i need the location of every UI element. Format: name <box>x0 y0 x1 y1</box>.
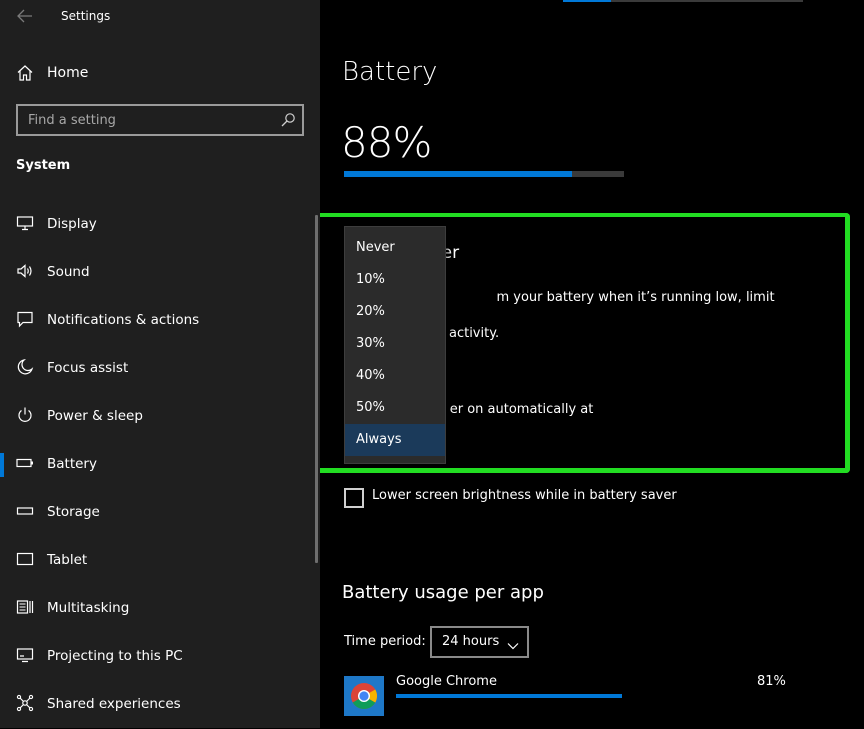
sidebar-item-label: Power & sleep <box>47 408 143 424</box>
app-usage-fill <box>396 694 622 698</box>
sidebar-item-shared-experiences[interactable]: Shared experiences <box>0 681 314 729</box>
multitasking-icon <box>16 598 34 616</box>
sidebar-item-label: Storage <box>47 504 100 520</box>
search-icon[interactable] <box>280 112 296 128</box>
moon-icon <box>16 358 34 376</box>
speaker-icon <box>16 262 34 280</box>
sidebar-item-multitasking[interactable]: Multitasking <box>0 585 314 633</box>
time-period-value: 24 hours <box>442 634 500 649</box>
sidebar-item-notifications[interactable]: Notifications & actions <box>0 297 314 345</box>
app-usage-bar <box>396 694 622 698</box>
sidebar-item-power-sleep[interactable]: Power & sleep <box>0 393 314 441</box>
chrome-icon <box>344 676 384 716</box>
tablet-icon <box>16 550 34 568</box>
battery-percentage: 88% <box>341 118 432 167</box>
search-input[interactable] <box>18 106 278 134</box>
notification-icon <box>16 310 34 328</box>
sidebar-item-label: Sound <box>47 264 90 280</box>
power-icon <box>16 406 34 424</box>
home-icon <box>16 64 34 82</box>
dropdown-option-40[interactable]: 40% <box>345 360 445 392</box>
battery-icon <box>16 454 34 472</box>
app-usage-row[interactable]: Google Chrome 81% <box>344 674 844 718</box>
top-scroll-indicator-active <box>563 0 611 2</box>
selected-indicator <box>0 453 4 477</box>
battery-level-bar <box>344 171 624 177</box>
sidebar-item-tablet[interactable]: Tablet <box>0 537 314 585</box>
chevron-down-icon <box>507 636 519 650</box>
time-period-select[interactable]: 24 hours <box>430 626 529 658</box>
dropdown-option-20[interactable]: 20% <box>345 296 445 328</box>
sidebar-item-label: Shared experiences <box>47 696 181 712</box>
sidebar-item-sound[interactable]: Sound <box>0 249 314 297</box>
sidebar-item-label: Projecting to this PC <box>47 648 183 664</box>
sidebar-item-storage[interactable]: Storage <box>0 489 314 537</box>
dropdown-option-10[interactable]: 10% <box>345 264 445 296</box>
sidebar-item-display[interactable]: Display <box>0 201 314 249</box>
page-title: Battery <box>342 57 438 87</box>
sidebar-item-focus-assist[interactable]: Focus assist <box>0 345 314 393</box>
sidebar-item-label: Multitasking <box>47 600 130 616</box>
sidebar-item-home[interactable]: Home <box>0 62 320 86</box>
sidebar-item-label: Display <box>47 216 97 232</box>
dropdown-option-30[interactable]: 30% <box>345 328 445 360</box>
main-content: Battery 88% Battery saver Extend battery… <box>320 0 864 728</box>
lower-brightness-label: Lower screen brightness while in battery… <box>372 488 677 503</box>
lower-brightness-checkbox[interactable] <box>344 488 364 508</box>
sidebar-item-label: Home <box>47 65 89 81</box>
dropdown-option-never[interactable]: Never <box>345 232 445 264</box>
sidebar-item-label: Focus assist <box>47 360 129 376</box>
sidebar-item-projecting[interactable]: Projecting to this PC <box>0 633 314 681</box>
time-period-label: Time period: <box>344 634 426 649</box>
section-label: System <box>16 158 71 173</box>
sidebar-item-label: Battery <box>47 456 97 472</box>
projecting-icon <box>16 646 34 664</box>
sidebar-nav: Display Sound Notifications & actions Fo… <box>0 201 314 729</box>
back-arrow-icon[interactable] <box>14 6 36 26</box>
sidebar: Settings Home System Display Sound <box>0 0 320 728</box>
monitor-icon <box>16 214 34 232</box>
battery-level-fill <box>344 171 572 177</box>
dropdown-option-50[interactable]: 50% <box>345 392 445 424</box>
sidebar-item-label: Tablet <box>47 552 88 568</box>
shared-experiences-icon <box>16 694 34 712</box>
sidebar-item-label: Notifications & actions <box>47 312 200 328</box>
dropdown-option-always[interactable]: Always <box>345 424 445 456</box>
storage-icon <box>16 502 34 520</box>
sidebar-item-battery[interactable]: Battery <box>0 441 314 489</box>
app-title: Settings <box>61 9 111 23</box>
battery-saver-threshold-dropdown[interactable]: Never 10% 20% 30% 40% 50% Always <box>344 226 446 464</box>
app-usage-percent: 81% <box>757 674 786 689</box>
battery-usage-title: Battery usage per app <box>342 582 544 603</box>
app-name: Google Chrome <box>396 674 497 689</box>
sidebar-scrollbar[interactable] <box>315 215 318 563</box>
search-box[interactable] <box>16 104 304 136</box>
top-scroll-indicator <box>563 0 803 2</box>
